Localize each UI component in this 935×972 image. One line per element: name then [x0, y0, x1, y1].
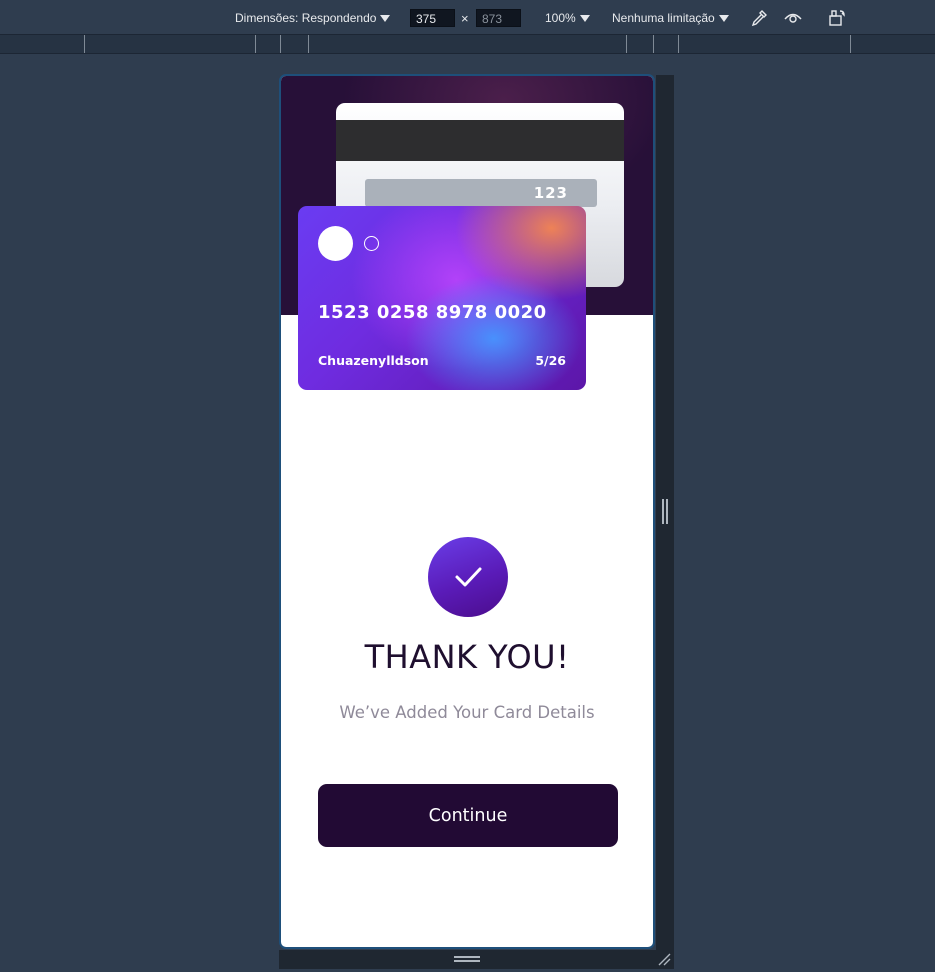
- success-check-badge: [428, 537, 508, 617]
- card-logo-filled-circle-icon: [318, 226, 353, 261]
- zoom-dropdown[interactable]: 100%: [545, 10, 590, 26]
- chevron-down-icon: [380, 14, 391, 22]
- eye-icon[interactable]: [783, 8, 803, 28]
- rotate-device-icon[interactable]: [827, 8, 847, 28]
- card-holder-name: Chuazenylldson: [318, 353, 429, 368]
- media-query-ruler[interactable]: [0, 35, 935, 54]
- checkmark-icon: [455, 567, 482, 587]
- card-expiry: 5/26: [535, 353, 566, 368]
- eyedropper-icon[interactable]: [749, 8, 769, 28]
- throttle-label: Nenhuma limitação: [612, 11, 715, 25]
- times-sign: ×: [461, 11, 469, 26]
- zoom-label: 100%: [545, 11, 576, 25]
- device-viewport: 123 1523 0258 8978 0020 Chuazenylldson 5…: [279, 74, 655, 949]
- confirmation-subtitle: We’ve Added Your Card Details: [339, 703, 595, 722]
- width-input[interactable]: 375: [410, 9, 455, 27]
- card-cvc: 123: [533, 184, 568, 202]
- resize-grip-icon: [662, 499, 668, 524]
- magnetic-stripe: [336, 120, 624, 161]
- throttle-dropdown[interactable]: Nenhuma limitação: [612, 10, 729, 26]
- thank-you-title: THANK YOU!: [364, 638, 570, 676]
- continue-button[interactable]: Continue: [318, 784, 618, 847]
- card-number: 1523 0258 8978 0020: [318, 302, 547, 323]
- card-logo-outline-circle-icon: [364, 236, 379, 251]
- resize-grip-icon: [454, 956, 480, 962]
- dimensions-label: Dimensões: Respondendo: [235, 11, 377, 25]
- chevron-down-icon: [579, 14, 590, 22]
- dimensions-dropdown[interactable]: Dimensões: Respondendo: [235, 10, 391, 26]
- corner-resize-icon[interactable]: [657, 952, 671, 966]
- height-input[interactable]: 873: [476, 9, 521, 27]
- chevron-down-icon: [718, 14, 729, 22]
- card-front: 1523 0258 8978 0020 Chuazenylldson 5/26: [298, 206, 586, 390]
- devtools-device-toolbar: Dimensões: Respondendo 375 × 873 100% Ne…: [0, 0, 935, 35]
